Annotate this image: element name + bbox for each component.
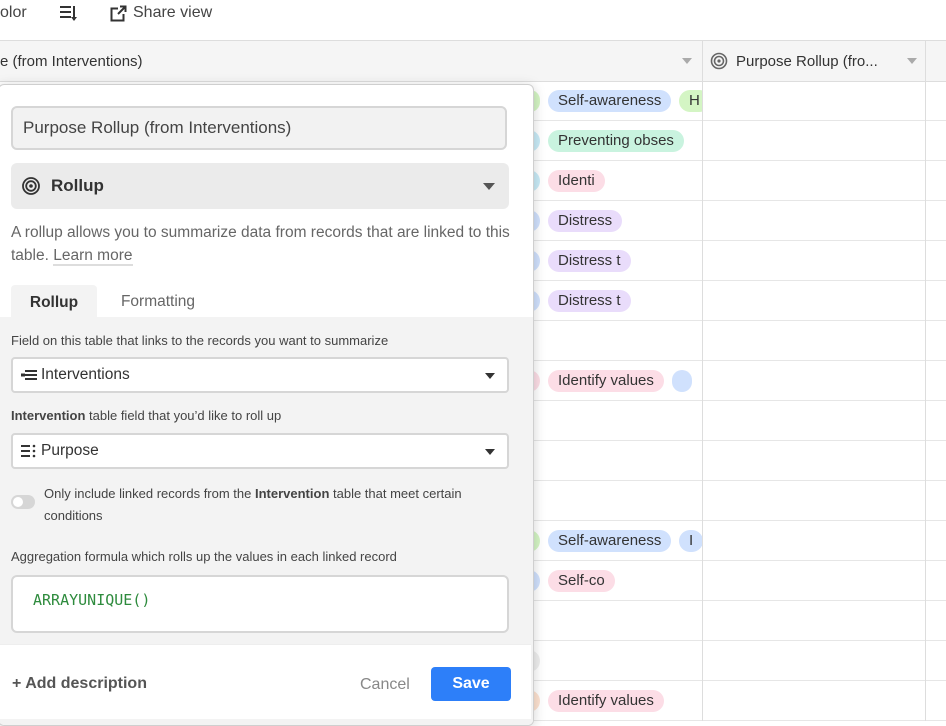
row-cell-clip: -regulationDistress t [520, 241, 702, 280]
field-type-select[interactable]: Rollup [11, 163, 509, 209]
row-cell-clip [520, 441, 702, 480]
rollup-field-value: Purpose [41, 442, 99, 459]
color-button[interactable]: olor [0, 4, 27, 22]
tab-rollup[interactable]: Rollup [11, 285, 97, 321]
linked-record-icon [21, 370, 37, 380]
tag-pill: Identify values [548, 370, 664, 392]
tag-pill: Self-co [548, 570, 615, 592]
rollup-icon [710, 52, 728, 70]
chevron-down-icon [483, 183, 495, 190]
link-field-select[interactable]: Interventions [11, 357, 509, 393]
rollup-field-select[interactable]: Purpose [11, 433, 509, 469]
row-height-icon [60, 6, 77, 21]
field-type-description: A rollup allows you to summarize data fr… [11, 221, 516, 267]
column-header-label: Purpose Rollup (fro... [736, 52, 878, 70]
view-toolbar: olor Share view [0, 0, 946, 41]
column-header-purpose-rollup[interactable]: Purpose Rollup (fro... [710, 41, 890, 81]
row-cell-clip: fsSelf-awarenessI [520, 521, 702, 560]
field-name-input[interactable]: Purpose Rollup (from Interventions) [11, 106, 507, 150]
row-cell-clip [520, 601, 702, 640]
field-type-label: Rollup [51, 176, 104, 195]
rollup-field-label: Intervention table field that you’d like… [11, 408, 281, 423]
share-view-label: Share view [133, 4, 213, 21]
tag-pill: Distress t [548, 290, 631, 312]
tab-label: Formatting [120, 293, 196, 310]
row-cell-clip: -regulationDistress t [520, 281, 702, 320]
column-divider [702, 41, 703, 81]
row-cell-clip: Self-awareness H [520, 81, 702, 120]
column-header-interventions[interactable]: e (from Interventions) [0, 41, 700, 81]
rollup-icon [22, 177, 40, 195]
field-config-dialog: Purpose Rollup (from Interventions) Roll… [0, 84, 534, 726]
field-name-value: Purpose Rollup (from Interventions) [23, 118, 292, 137]
share-view-button[interactable]: Share view [110, 4, 212, 22]
condition-toggle[interactable] [11, 495, 35, 509]
multiple-select-icon [21, 444, 36, 458]
tag-pill: Identi [548, 170, 605, 192]
aggregation-formula-input[interactable]: ARRAYUNIQUE() [11, 575, 509, 633]
formula-value: ARRAYUNIQUE() [33, 591, 151, 609]
condition-text: Only include linked records from the Int… [44, 483, 514, 527]
share-icon [110, 4, 127, 21]
rollup-field-label-rest: table field that you’d like to roll up [85, 408, 282, 423]
chevron-down-icon [485, 373, 495, 379]
column-menu-caret-icon[interactable] [907, 58, 917, 64]
tag-pill: Identify values [548, 690, 664, 712]
tag-pill [672, 370, 692, 392]
condition-text-bold: Intervention [254, 486, 330, 501]
row-cell-clip: uesIdentify values [520, 361, 702, 400]
learn-more-link[interactable]: Learn more [53, 247, 133, 266]
row-cell-clip [520, 481, 702, 520]
link-field-label: Field on this table that links to the re… [11, 333, 389, 348]
row-cell-clip: life?Identify values [520, 681, 702, 720]
cancel-button[interactable]: Cancel [360, 676, 410, 694]
row-cell-clip [520, 321, 702, 360]
chevron-down-icon [485, 449, 495, 455]
add-description-button[interactable]: + Add description [12, 675, 147, 693]
tag-pill: H [679, 90, 702, 112]
row-cell-clip: lf-regulationDistress [520, 201, 702, 240]
tag-pill: Distress t [548, 250, 631, 272]
column-menu-caret-icon[interactable] [682, 58, 692, 64]
grid-header: e (from Interventions) Purpose Rollup (f… [0, 41, 946, 82]
tab-formatting[interactable]: Formatting [99, 285, 217, 319]
rollup-field-label-bold: Intervention [11, 408, 86, 423]
row-cell-clip: fearPreventing obses [520, 121, 702, 160]
link-field-value: Interventions [41, 366, 130, 383]
tag-pill: Self-awareness [548, 530, 672, 552]
tag-pill: Distress [548, 210, 623, 232]
condition-text-1: Only include linked records from the [44, 486, 255, 501]
column-divider [702, 81, 703, 721]
color-label: olor [0, 4, 27, 21]
column-header-label: e (from Interventions) [0, 52, 143, 70]
row-cell-clip [520, 401, 702, 440]
row-cell-clip: on [520, 641, 702, 680]
tag-pill: Self-awareness [548, 90, 672, 112]
tag-pill: Preventing obses [548, 130, 684, 152]
save-button[interactable]: Save [431, 667, 511, 701]
row-height-button[interactable] [58, 3, 78, 23]
toggle-knob [13, 497, 23, 507]
column-divider [925, 41, 926, 81]
column-divider [925, 81, 926, 721]
tag-pill: I [679, 530, 702, 552]
row-cell-clip: elf-regulationSelf-co [520, 561, 702, 600]
row-cell-clip: vercoming fearIdenti [520, 161, 702, 200]
aggregation-label: Aggregation formula which rolls up the v… [11, 549, 397, 564]
tab-label: Rollup [29, 294, 79, 311]
